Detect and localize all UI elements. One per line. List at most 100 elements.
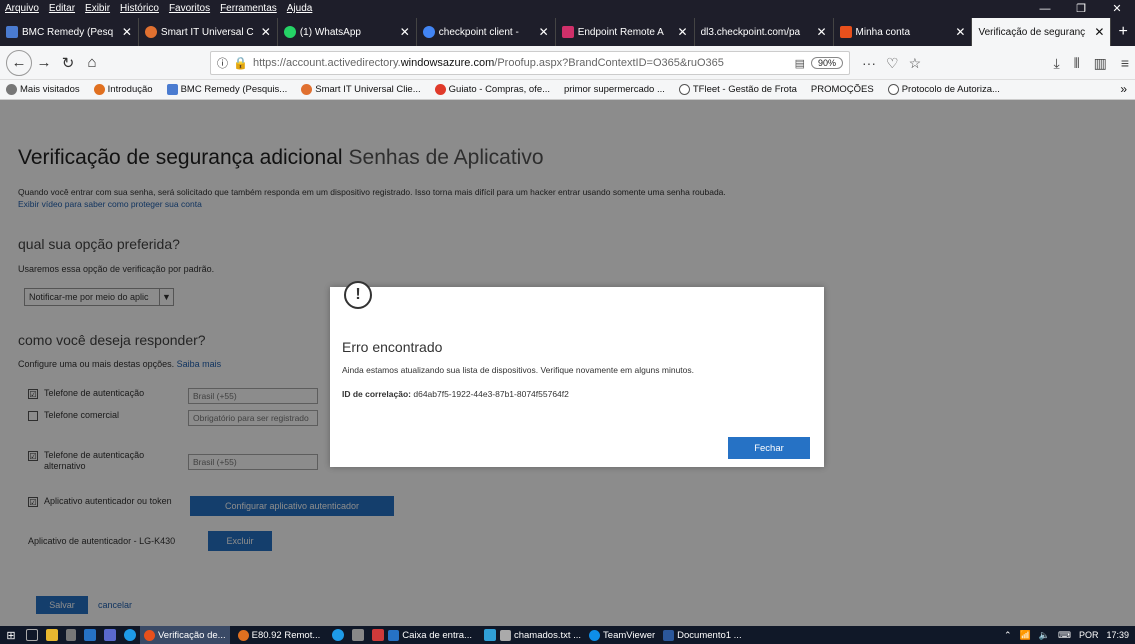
volume-icon[interactable]: 🔈 [1039, 630, 1050, 641]
menu-historico[interactable]: Histórico [115, 0, 164, 18]
bookmark-smart-it[interactable]: Smart IT Universal Clie... [301, 84, 421, 95]
bookmark-star-icon[interactable]: ☆ [909, 55, 922, 72]
network-icon[interactable]: 📶 [1020, 630, 1031, 641]
bookmark-bmc-remedy[interactable]: BMC Remedy (Pesquis... [166, 84, 287, 95]
close-tab-icon[interactable]: ✕ [261, 25, 271, 39]
tab-label: Smart IT Universal C [160, 26, 254, 38]
url-bar[interactable]: ⓘ 🔒 https://account.activedirectory.wind… [210, 51, 850, 75]
download-icon[interactable]: ⤓ [1054, 55, 1060, 72]
tab-label: BMC Remedy (Pesq [22, 26, 114, 38]
hamburger-menu-icon[interactable]: ≡ [1121, 55, 1129, 71]
close-window-button[interactable]: ✕ [1099, 0, 1135, 18]
photos-icon[interactable] [104, 629, 116, 641]
task-view-icon[interactable] [26, 629, 38, 641]
guiato-icon [434, 84, 446, 95]
pocket-icon[interactable]: ♡ [886, 55, 899, 72]
taskbar-teamviewer[interactable]: TeamViewer [589, 629, 655, 641]
sidebar-icon[interactable]: ▥ [1094, 55, 1107, 72]
tab-dl3-checkpoint[interactable]: dl3.checkpoint.com/pa ✕ [695, 18, 834, 46]
site-info-icon[interactable]: ⓘ [217, 55, 228, 71]
minimize-button[interactable]: — [1027, 0, 1063, 18]
bookmark-promocoes[interactable]: PROMOÇÕES [811, 84, 874, 95]
bookmark-introducao[interactable]: Introdução [93, 84, 153, 95]
taskbar-remote[interactable]: E80.92 Remot... [237, 629, 320, 641]
home-button[interactable]: ⌂ [80, 51, 104, 75]
bookmark-mais-visitados[interactable]: Mais visitados [6, 84, 80, 95]
notepad-icon [499, 629, 511, 641]
outlook-icon [388, 629, 400, 641]
bookmark-tfleet[interactable]: TFleet - Gestão de Frota [678, 84, 797, 95]
whatsapp-favicon-icon [283, 26, 296, 38]
reader-view-icon[interactable]: ▤ [795, 57, 805, 70]
file-explorer-icon[interactable] [46, 629, 58, 641]
tab-minha-conta[interactable]: Minha conta ✕ [834, 18, 973, 46]
library-icon[interactable]: ⫴ [1074, 55, 1080, 72]
bookmark-protocolo[interactable]: Protocolo de Autoriza... [887, 84, 1000, 95]
tab-bmc-remedy[interactable]: BMC Remedy (Pesq ✕ [0, 18, 139, 46]
taskbar-firefox[interactable]: Verificação de... [140, 626, 230, 644]
close-tab-icon[interactable]: ✕ [122, 25, 132, 39]
close-tab-icon[interactable]: ✕ [1094, 25, 1104, 39]
language-indicator[interactable]: POR [1079, 630, 1099, 640]
close-tab-icon[interactable]: ✕ [400, 25, 410, 39]
bookmark-guiato[interactable]: Guiato - Compras, ofe... [434, 84, 550, 95]
windows-start-icon[interactable]: ⊞ [0, 629, 22, 642]
taskbar-outlook[interactable]: Caixa de entra... [388, 629, 472, 641]
teamviewer-icon [589, 629, 601, 641]
dialog-title: Erro encontrado [342, 339, 443, 355]
tab-whatsapp[interactable]: (1) WhatsApp ✕ [278, 18, 417, 46]
close-tab-icon[interactable]: ✕ [539, 25, 549, 39]
smart-it-icon [301, 84, 313, 95]
restore-button[interactable]: ❐ [1063, 0, 1099, 18]
close-tab-icon[interactable]: ✕ [816, 25, 826, 39]
dialog-message: Ainda estamos atualizando sua lista de d… [342, 365, 695, 375]
reload-button[interactable]: ↻ [56, 51, 80, 75]
taskbar: ⊞ Verificação de... E80.92 Remot... Caix… [0, 626, 1135, 644]
tab-label: Minha conta [855, 26, 911, 38]
error-dialog: ! Erro encontrado Ainda estamos atualiza… [330, 281, 824, 467]
close-tab-icon[interactable]: ✕ [955, 25, 965, 39]
lock-icon: 🔒 [233, 56, 248, 70]
ie-icon[interactable] [124, 629, 136, 641]
calculator-icon[interactable] [66, 629, 76, 641]
tab-label: (1) WhatsApp [299, 26, 361, 38]
new-tab-button[interactable]: + [1111, 18, 1135, 46]
endpoint-favicon-icon [561, 26, 574, 38]
tab-label: Endpoint Remote A [577, 26, 664, 38]
exclamation-icon: ! [344, 281, 372, 309]
network-app-icon[interactable] [483, 629, 496, 641]
url-text[interactable]: https://account.activedirectory.windowsa… [253, 57, 789, 69]
smart-it-favicon-icon [144, 26, 157, 38]
edge-icon[interactable] [332, 629, 345, 641]
bookmark-primor[interactable]: primor supermercado ... [564, 84, 665, 95]
shield-icon[interactable] [372, 629, 385, 641]
menu-arquivo[interactable]: Arquivo [0, 0, 44, 18]
menu-ferramentas[interactable]: Ferramentas [215, 0, 282, 18]
menu-favoritos[interactable]: Favoritos [164, 0, 215, 18]
correlation-id: ID de correlação: d64ab7f5-1922-44e3-87b… [342, 389, 569, 399]
bmc-icon [166, 84, 178, 95]
tab-endpoint-remote[interactable]: Endpoint Remote A ✕ [556, 18, 695, 46]
more-actions-icon[interactable]: ··· [862, 55, 876, 71]
menu-ajuda[interactable]: Ajuda [282, 0, 318, 18]
close-tab-icon[interactable]: ✕ [678, 25, 688, 39]
app-icon[interactable] [352, 629, 365, 641]
mail-icon[interactable] [84, 629, 96, 641]
tab-smart-it[interactable]: Smart IT Universal C ✕ [139, 18, 278, 46]
clock[interactable]: 17:39 [1106, 630, 1129, 640]
tab-checkpoint-client[interactable]: checkpoint client - ✕ [417, 18, 556, 46]
taskbar-word[interactable]: Documento1 ... [663, 629, 742, 641]
menu-bar: Arquivo Editar Exibir Histórico Favorito… [0, 0, 1135, 18]
back-button[interactable]: ← [6, 49, 32, 76]
forward-button[interactable]: → [32, 51, 56, 75]
bookmarks-overflow-button[interactable]: » [1120, 82, 1127, 96]
checkpoint-icon [237, 629, 249, 641]
close-dialog-button[interactable]: Fechar [728, 437, 810, 459]
tab-verificacao-seguranca[interactable]: Verificação de seguranç ✕ [972, 18, 1112, 46]
keyboard-icon[interactable]: ⌨ [1058, 630, 1071, 641]
chevron-up-icon[interactable]: ⌃ [1004, 630, 1012, 641]
menu-editar[interactable]: Editar [44, 0, 80, 18]
taskbar-notepad[interactable]: chamados.txt ... [499, 629, 581, 641]
menu-exibir[interactable]: Exibir [80, 0, 115, 18]
zoom-level-badge[interactable]: 90% [810, 57, 843, 69]
